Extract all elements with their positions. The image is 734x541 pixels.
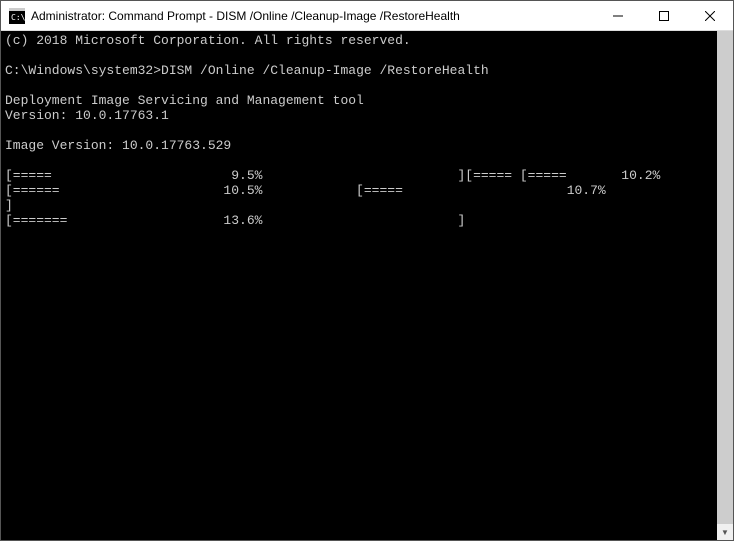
vertical-scrollbar[interactable]: ▲ ▼ <box>717 31 733 540</box>
copyright-line: (c) 2018 Microsoft Corporation. All righ… <box>5 33 411 48</box>
image-version-line: Image Version: 10.0.17763.529 <box>5 138 231 153</box>
console-client-area: (c) 2018 Microsoft Corporation. All righ… <box>1 31 733 540</box>
maximize-button[interactable] <box>641 1 687 30</box>
close-button[interactable] <box>687 1 733 30</box>
tool-version-line: Version: 10.0.17763.1 <box>5 108 169 123</box>
tool-name-line: Deployment Image Servicing and Managemen… <box>5 93 364 108</box>
svg-text:C:\: C:\ <box>11 13 25 22</box>
window-title: Administrator: Command Prompt - DISM /On… <box>31 9 595 23</box>
scroll-thumb[interactable] <box>717 31 733 540</box>
window-titlebar: C:\ Administrator: Command Prompt - DISM… <box>1 1 733 31</box>
minimize-button[interactable] <box>595 1 641 30</box>
progress-output: [===== 9.5% ][===== [===== 10.2% [======… <box>5 168 717 228</box>
command-text: DISM /Online /Cleanup-Image /RestoreHeal… <box>161 63 489 78</box>
scroll-down-arrow[interactable]: ▼ <box>717 524 733 540</box>
window-controls <box>595 1 733 30</box>
cmd-icon: C:\ <box>9 8 25 24</box>
console-output[interactable]: (c) 2018 Microsoft Corporation. All righ… <box>1 31 717 540</box>
prompt-text: C:\Windows\system32> <box>5 63 161 78</box>
